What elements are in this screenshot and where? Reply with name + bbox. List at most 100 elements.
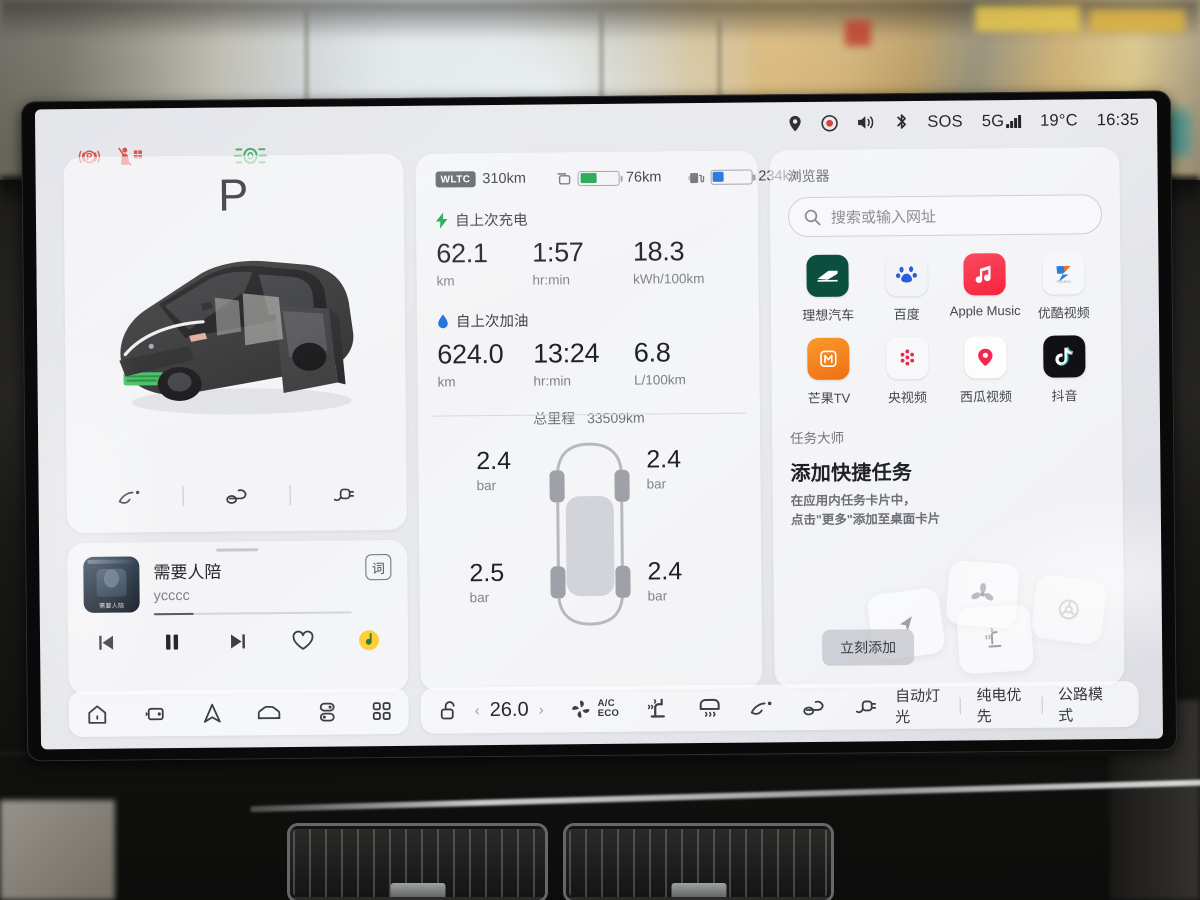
temp-increase-button[interactable]: › (539, 701, 544, 718)
pause-icon[interactable] (161, 631, 183, 653)
qq-music-icon[interactable] (358, 629, 380, 651)
app-xigua-video[interactable]: 西瓜视频 (946, 331, 1025, 406)
task-master-card[interactable]: 任务大师 添加快捷任务 在应用内任务卡片中， 点击"更多"添加至桌面卡片 立刻添… (790, 424, 1108, 675)
dashcam-icon[interactable] (141, 703, 168, 724)
illustration-card-steering (1029, 573, 1108, 646)
tire-pressure-section[interactable]: 2.4 bar 2.4 bar 2.5 bar 2.4 bar (418, 432, 762, 635)
location-icon[interactable] (788, 115, 802, 132)
browser-card[interactable]: 浏览器 搜索或输入网址 理想汽车 百度 Apple Music YOUKU 优酷… (769, 146, 1125, 689)
temperature-value: 26.0 (489, 698, 529, 721)
vehicle-icon[interactable] (255, 702, 284, 723)
volume-icon[interactable] (857, 114, 876, 130)
search-icon (804, 208, 821, 225)
ev-priority-button[interactable]: 纯电优先 (960, 684, 1041, 727)
charge-port-icon[interactable] (853, 696, 879, 716)
since-charge-values: 62.1 km 1:57 hr:min 18.3 kWh/100km (436, 236, 738, 289)
temp-decrease-button[interactable]: ‹ (475, 702, 480, 719)
album-art-figure (96, 568, 127, 597)
app-yangshipin[interactable]: 央视频 (868, 331, 947, 407)
refuel-time-unit: hr:min (533, 373, 572, 389)
apps-grid-icon[interactable] (371, 700, 393, 722)
task-master-title: 添加快捷任务 (790, 461, 913, 486)
battery-icon (556, 171, 572, 186)
app-label: 西瓜视频 (959, 389, 1013, 405)
sos-button[interactable]: SOS (927, 112, 963, 131)
app-li-auto[interactable]: 理想汽车 (788, 249, 867, 324)
odometer: 总里程 33509km (438, 407, 740, 430)
album-art-caption: 需要人陪 (99, 603, 125, 610)
record-icon[interactable] (821, 114, 839, 131)
favorite-icon[interactable] (291, 630, 315, 652)
since-refuel-header: 自上次加油 (437, 308, 739, 332)
since-charge-label: 自上次充电 (454, 212, 528, 230)
vent-adjuster (390, 883, 445, 897)
drive-info-card[interactable]: WLTC 310km 76km 234km (415, 150, 802, 692)
infotainment-screen[interactable]: SOS 5G 19°C 16:35 P 需要人陪 需要人陪 ycccc 词 WL… (34, 98, 1164, 750)
wltc-badge: WLTC (435, 171, 476, 188)
charge-port-icon[interactable] (331, 484, 357, 504)
mirror-heat-icon[interactable] (749, 697, 775, 717)
status-bar: SOS 5G 19°C 16:35 (788, 103, 1139, 140)
unlock-icon[interactable] (437, 698, 461, 722)
fuel-gauge (710, 169, 753, 185)
temperature-control[interactable]: ‹ 26.0 › (475, 698, 544, 722)
tire-front-right-unit: bar (646, 476, 667, 492)
ac-eco-label: A/C ECO (597, 698, 620, 720)
task-master-label: 任务大师 (790, 430, 845, 447)
seat-settings-icon[interactable] (316, 700, 339, 723)
car-top-view-diagram (549, 442, 631, 626)
baidu-icon (880, 248, 933, 302)
eco-label: ECO (597, 707, 620, 720)
navigation-icon[interactable] (200, 701, 223, 724)
charge-consumption-value: 18.3 (632, 236, 685, 267)
rear-defrost-icon[interactable] (697, 697, 723, 719)
divider (289, 484, 291, 505)
app-mango-tv[interactable]: 芒果TV (789, 332, 868, 407)
app-douyin[interactable]: 抖音 (1025, 330, 1104, 405)
bluetooth-icon[interactable] (895, 113, 908, 131)
search-bar[interactable]: 搜索或输入网址 (787, 194, 1103, 238)
card-handle[interactable] (216, 548, 259, 552)
lyrics-button[interactable]: 词 (365, 554, 392, 581)
music-player-card[interactable]: 需要人陪 需要人陪 ycccc 词 (67, 539, 409, 696)
tailgate-icon[interactable] (224, 485, 250, 505)
ac-eco-button[interactable]: A/C ECO (570, 698, 620, 720)
youku-icon: YOUKU (1037, 247, 1090, 300)
xigua-video-icon (959, 331, 1012, 384)
drive-info-inner: WLTC 310km 76km 234km (415, 150, 802, 691)
previous-track-icon[interactable] (96, 632, 118, 654)
album-art[interactable]: 需要人陪 (83, 556, 140, 613)
charge-time: 1:57 hr:min (532, 237, 633, 287)
since-charge-header: 自上次充电 (436, 207, 738, 231)
tire-rear-right-unit: bar (647, 588, 668, 604)
refuel-time-value: 13:24 (533, 337, 600, 369)
album-art-top-band (87, 559, 134, 564)
app-apple-music[interactable]: Apple Music (945, 248, 1024, 323)
climate-icon-group (645, 694, 879, 720)
charge-distance-unit: km (436, 273, 455, 289)
divider (182, 485, 184, 506)
refuel-time: 13:24 hr:min (533, 338, 634, 389)
tire-rear-left-value: 2.5 (469, 558, 505, 588)
vehicle-card[interactable]: P (63, 153, 407, 534)
tailgate-icon[interactable] (801, 697, 827, 717)
bolt-icon (436, 211, 448, 229)
mirror-fold-icon[interactable] (117, 486, 143, 506)
tire-rear-left: 2.5 bar (469, 559, 504, 605)
app-youku[interactable]: YOUKU 优酷视频 (1024, 247, 1103, 322)
clock: 16:35 (1096, 110, 1140, 129)
mango-tv-icon (802, 332, 855, 386)
home-icon[interactable] (85, 702, 110, 725)
auto-lights-button[interactable]: 自动灯光 (879, 685, 960, 728)
app-label: 优酷视频 (1037, 305, 1090, 321)
next-track-icon[interactable] (226, 630, 248, 652)
refuel-distance-unit: km (437, 374, 456, 390)
highway-mode-button[interactable]: 公路模式 (1042, 683, 1123, 726)
refuel-distance-value: 624.0 (437, 338, 504, 370)
odometer-value: 33509km (586, 409, 645, 427)
seat-heater-icon[interactable] (645, 696, 671, 720)
add-now-button[interactable]: 立刻添加 (821, 628, 915, 666)
app-baidu[interactable]: 百度 (867, 248, 946, 324)
douyin-icon (1037, 330, 1091, 383)
battery-gauge (577, 170, 620, 186)
